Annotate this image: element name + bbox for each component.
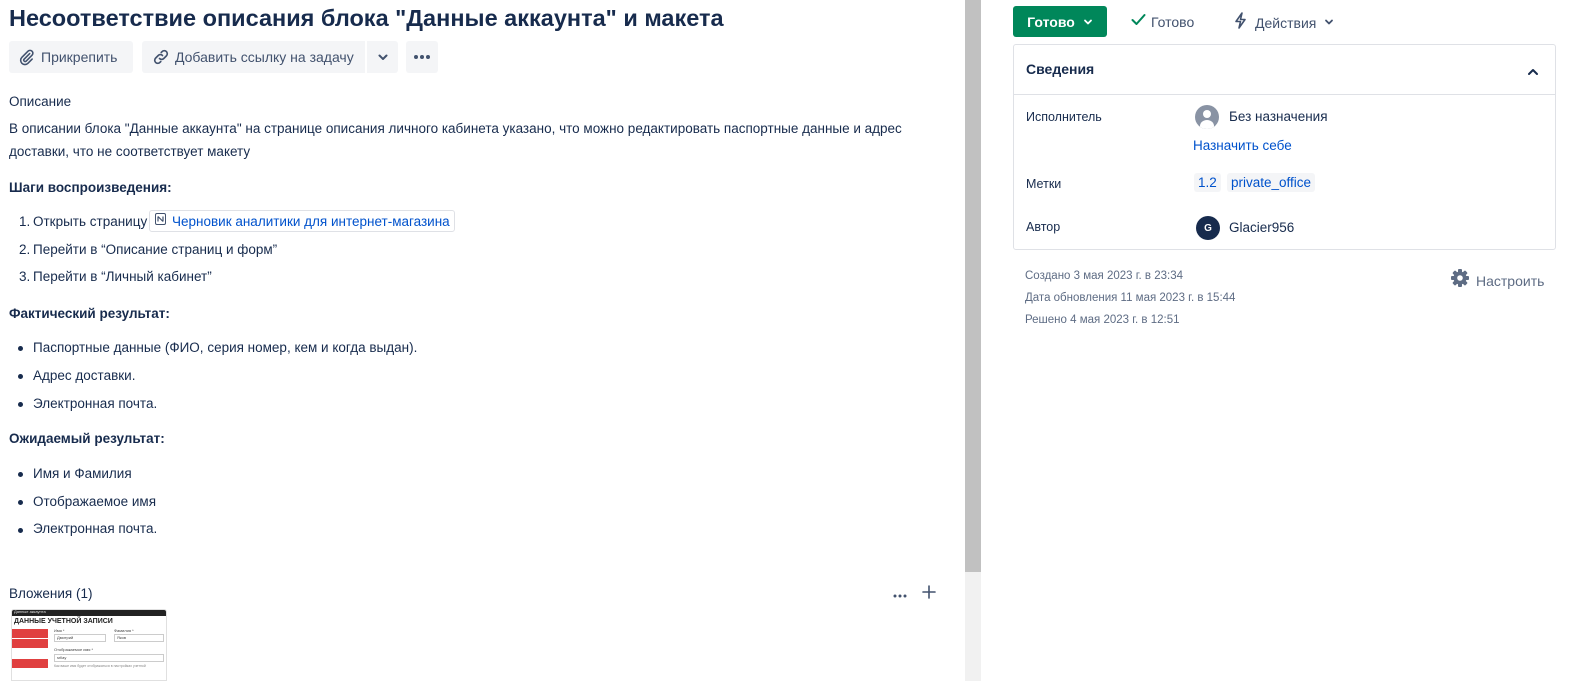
bullet	[18, 402, 23, 407]
scrollbar-thumb[interactable]	[965, 0, 981, 572]
configure-label: Настроить	[1476, 272, 1545, 289]
bullet	[18, 374, 23, 379]
chevron-down-icon	[1083, 14, 1093, 30]
details-title: Сведения	[1026, 61, 1095, 77]
list-item: Имя и Фамилия	[33, 466, 132, 481]
issue-main: Несоответствие описания блока "Данные ак…	[0, 0, 965, 681]
plus-icon	[922, 584, 936, 604]
reporter-label: Автор	[1026, 220, 1061, 234]
assignee-label: Исполнитель	[1026, 110, 1102, 124]
updated-date: Дата обновления 11 мая 2023 г. в 15:44	[1025, 292, 1236, 304]
list-item: Электронная почта.	[33, 396, 158, 411]
resolved-date: Решено 4 мая 2023 г. в 12:51	[1025, 314, 1180, 326]
description-line-2: доставки, что не соответствует макету	[9, 144, 251, 159]
thumbnail-menu-item: Заказы	[12, 639, 48, 653]
resolution-label: Готово	[1151, 14, 1195, 30]
thumbnail-hint: Как ваше имя будет отображаться в настро…	[54, 664, 146, 668]
description-line-1: В описании блока "Данные аккаунта" на ст…	[9, 121, 902, 136]
resolution-indicator: Готово	[1131, 13, 1194, 31]
chevron-down-icon	[1324, 14, 1334, 32]
chevron-down-icon	[377, 51, 389, 63]
page-link[interactable]: Черновик аналитики для интернет-магазина	[149, 210, 455, 232]
status-button-label: Готово	[1027, 13, 1075, 30]
step-text: Перейти в “Личный кабинет”	[33, 269, 212, 284]
more-horizontal-icon	[893, 585, 907, 603]
avatar: G	[1196, 216, 1220, 240]
lightning-icon	[1234, 12, 1247, 34]
list-item: Адрес доставки.	[33, 368, 136, 383]
list-item: Электронная почта.	[33, 521, 158, 536]
issue-sidebar: Готово Готово Действия Сведения Исполнит…	[981, 0, 1593, 681]
thumbnail-field: srllay	[54, 654, 164, 662]
assignee-value[interactable]: Без назначения	[1229, 109, 1328, 124]
steps-heading: Шаги воспроизведения:	[9, 180, 172, 195]
assign-to-me-link[interactable]: Назначить себе	[1193, 138, 1292, 153]
list-item: Паспортные данные (ФИО, серия номер, кем…	[33, 340, 418, 355]
step-number: 1.	[19, 214, 31, 229]
chevron-up-icon[interactable]	[1527, 64, 1539, 82]
gear-icon	[1450, 268, 1470, 293]
thumbnail-field-label: Имя *	[54, 628, 65, 633]
issue-title[interactable]: Несоответствие описания блока "Данные ак…	[9, 5, 724, 32]
more-horizontal-icon	[413, 54, 431, 60]
more-actions-button[interactable]	[406, 41, 438, 73]
thumbnail-field: Яков	[114, 634, 164, 642]
labels-label: Метки	[1026, 177, 1062, 191]
details-panel-header[interactable]: Сведения	[1014, 45, 1555, 95]
link-dropdown-button[interactable]	[367, 41, 398, 73]
step-number: 3.	[19, 269, 31, 284]
bullet	[18, 528, 23, 533]
list-item: Отображаемое имя	[33, 494, 157, 509]
thumbnail-menu-item: Информация	[12, 629, 48, 643]
label-tag[interactable]: private_office	[1227, 173, 1316, 192]
actions-label: Действия	[1255, 15, 1317, 31]
bullet	[18, 500, 23, 505]
add-issue-link-button[interactable]: Добавить ссылку на задачу	[142, 41, 365, 73]
thumbnail-field: Дмитрий	[54, 634, 106, 642]
page-link-label: Черновик аналитики для интернет-магазина	[172, 213, 450, 229]
thumbnail-field-label: Отображаемое имя *	[54, 647, 94, 652]
description-heading: Описание	[9, 94, 72, 109]
step-text: Открыть страницу	[33, 214, 148, 229]
thumbnail-field-label: Фамилия *	[114, 628, 134, 633]
step-text: Перейти в “Описание страниц и форм”	[33, 242, 278, 257]
bullet	[18, 346, 23, 351]
attachments-more-button[interactable]	[890, 586, 910, 602]
paperclip-icon	[18, 49, 35, 66]
check-icon	[1131, 13, 1146, 31]
add-attachment-button[interactable]	[920, 584, 938, 604]
thumbnail-menu-item: Выйти	[12, 659, 48, 673]
status-button[interactable]: Готово	[1013, 6, 1107, 37]
attach-button-label: Прикрепить	[41, 49, 118, 65]
page-icon	[155, 212, 166, 230]
label-tag[interactable]: 1.2	[1194, 173, 1221, 192]
link-icon	[152, 48, 170, 66]
details-panel: Сведения Исполнитель Без назначения Назн…	[1013, 44, 1556, 250]
thumbnail-title: ДАННЫЕ УЧЕТНОЙ ЗАПИСИ	[14, 618, 113, 625]
reporter-value[interactable]: Glacier956	[1229, 220, 1294, 235]
thumbnail-header-text: Данные аккаунта	[14, 609, 46, 614]
thumbnail-menu-item: Данные аккаунта	[12, 649, 48, 663]
actual-heading: Фактический результат:	[9, 306, 170, 321]
created-date: Создано 3 мая 2023 г. в 23:34	[1025, 270, 1183, 282]
bullet	[18, 472, 23, 477]
configure-button[interactable]: Настроить	[1450, 268, 1544, 293]
add-issue-link-label: Добавить ссылку на задачу	[175, 49, 354, 65]
attach-button[interactable]: Прикрепить	[9, 41, 133, 73]
step-number: 2.	[19, 242, 31, 257]
expected-heading: Ожидаемый результат:	[9, 431, 165, 446]
attachments-heading: Вложения (1)	[9, 586, 93, 601]
unassigned-avatar-icon	[1195, 105, 1219, 129]
attachment-thumbnail[interactable]: Данные аккаунта ДАННЫЕ УЧЕТНОЙ ЗАПИСИ Ин…	[11, 609, 167, 681]
actions-button[interactable]: Действия	[1234, 12, 1334, 34]
